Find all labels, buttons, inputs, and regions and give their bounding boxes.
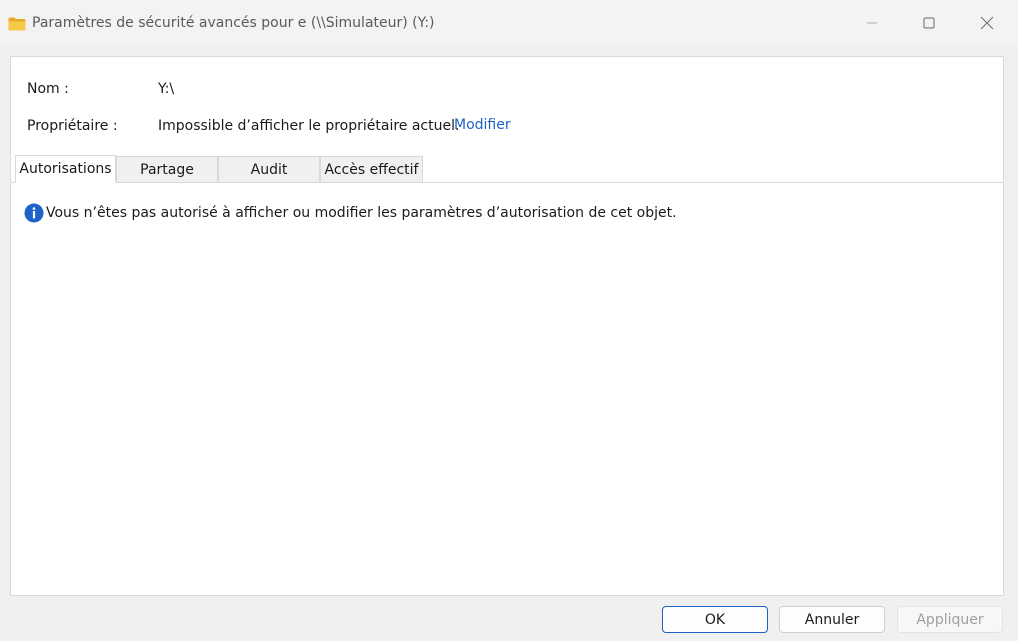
tab-audit[interactable]: Audit bbox=[218, 156, 320, 182]
apply-button[interactable]: Appliquer bbox=[897, 606, 1003, 633]
minimize-button[interactable] bbox=[843, 0, 901, 46]
maximize-icon bbox=[923, 17, 935, 29]
tab-partage[interactable]: Partage bbox=[116, 156, 218, 182]
owner-label: Propriétaire : bbox=[27, 118, 118, 134]
name-label: Nom : bbox=[27, 81, 69, 97]
security-settings-window: Paramètres de sécurité avancés pour e (\… bbox=[0, 0, 1018, 641]
cancel-button[interactable]: Annuler bbox=[779, 606, 885, 633]
tab-divider bbox=[11, 182, 1003, 183]
main-panel: Nom : Y:\ Propriétaire : Impossible d’af… bbox=[10, 56, 1004, 596]
ok-button[interactable]: OK bbox=[662, 606, 768, 633]
maximize-button[interactable] bbox=[900, 0, 958, 46]
message-text: Vous n’êtes pas autorisé à afficher ou m… bbox=[46, 205, 677, 221]
minimize-icon bbox=[867, 22, 877, 24]
owner-value: Impossible d’afficher le propriétaire ac… bbox=[158, 118, 460, 134]
permission-message: Vous n’êtes pas autorisé à afficher ou m… bbox=[24, 203, 677, 223]
close-icon bbox=[980, 16, 994, 30]
name-value: Y:\ bbox=[158, 81, 175, 97]
close-button[interactable] bbox=[958, 0, 1016, 46]
folder-icon bbox=[8, 17, 26, 31]
tab-autorisations[interactable]: Autorisations bbox=[15, 155, 116, 183]
title-bar[interactable]: Paramètres de sécurité avancés pour e (\… bbox=[0, 0, 1018, 46]
modify-owner-link[interactable]: Modifier bbox=[454, 117, 511, 133]
tab-acces-effectif[interactable]: Accès effectif bbox=[320, 156, 423, 182]
window-title: Paramètres de sécurité avancés pour e (\… bbox=[32, 15, 435, 31]
info-icon bbox=[24, 203, 44, 223]
